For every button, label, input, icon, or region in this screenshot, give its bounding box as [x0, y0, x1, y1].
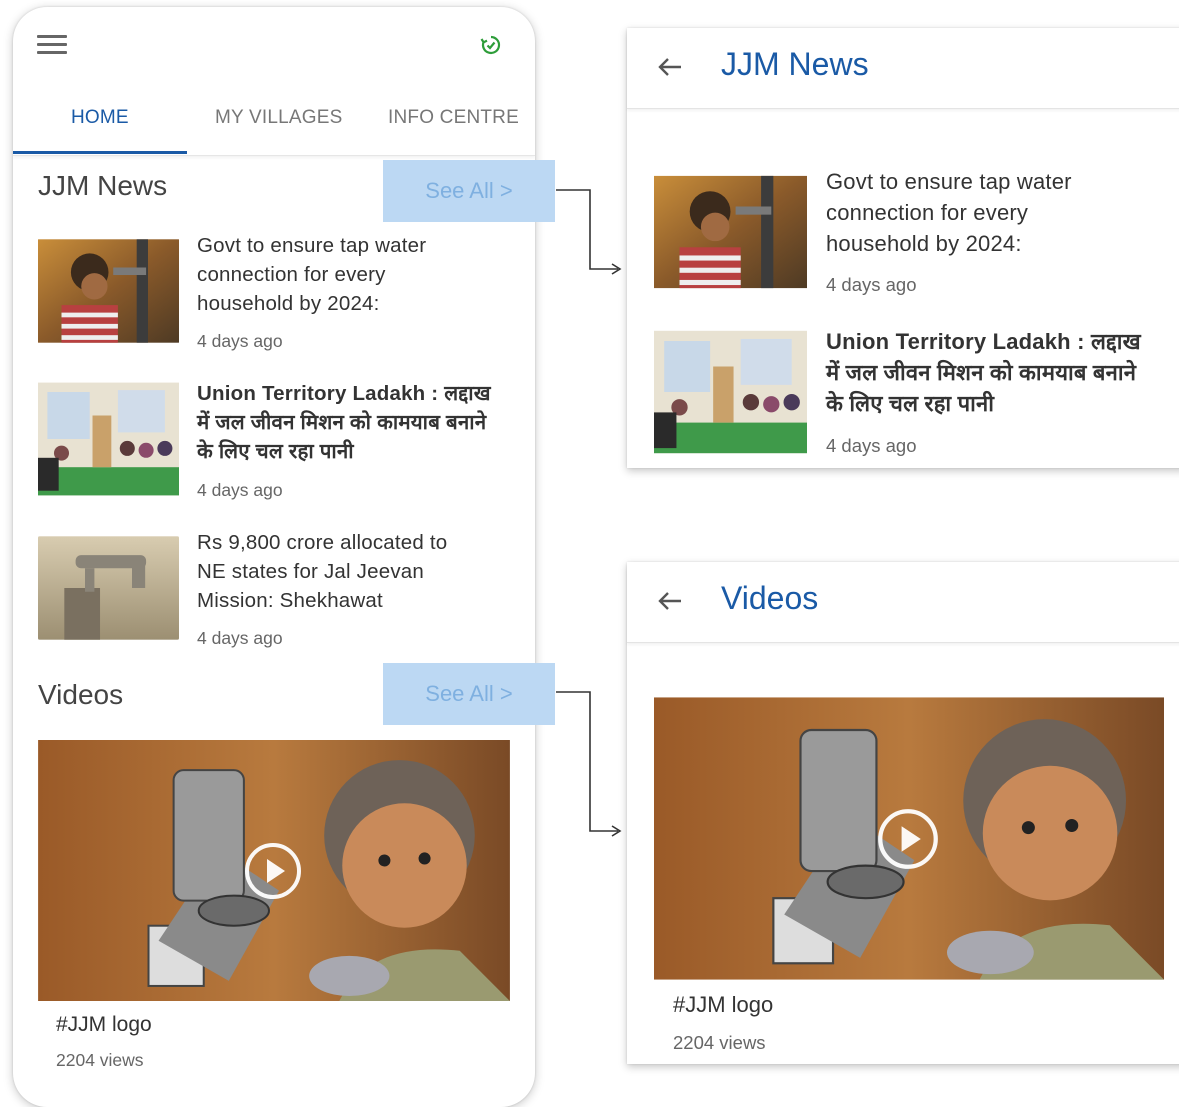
news-item-time: 4 days ago	[197, 480, 283, 500]
tab-bar: HOME MY VILLAGES INFO CENTRE	[13, 97, 535, 156]
back-arrow-icon[interactable]	[655, 586, 685, 616]
news-thumbnail[interactable]	[654, 328, 807, 456]
videos-page-header: Videos	[627, 562, 1179, 643]
news-item-title[interactable]: Rs 9,800 crore allocated to NE states fo…	[197, 528, 477, 615]
news-item-time: 4 days ago	[197, 331, 283, 351]
video-views: 2204 views	[56, 1050, 144, 1070]
news-item-title[interactable]: Govt to ensure tap water connection for …	[826, 166, 1126, 259]
news-item-title[interactable]: Union Territory Ladakh : लद्दाख में जल ज…	[826, 326, 1156, 419]
play-icon[interactable]	[243, 841, 303, 901]
news-page-panel: JJM News Govt to ensure tap water connec…	[627, 28, 1179, 468]
video-title[interactable]: #JJM logo	[56, 1013, 152, 1037]
videos-page-title: Videos	[721, 580, 819, 616]
tab-my-villages[interactable]: MY VILLAGES	[215, 107, 343, 129]
video-views: 2204 views	[673, 1032, 766, 1053]
video-title[interactable]: #JJM logo	[673, 992, 773, 1018]
news-item-time: 4 days ago	[826, 435, 917, 456]
back-arrow-icon[interactable]	[655, 52, 685, 82]
news-see-all-button[interactable]: See All >	[383, 160, 555, 222]
news-item-time: 4 days ago	[197, 628, 283, 648]
play-icon[interactable]	[876, 807, 940, 871]
news-item-time: 4 days ago	[826, 274, 917, 295]
news-page-title: JJM News	[721, 46, 869, 82]
video-thumbnail[interactable]	[654, 697, 1164, 980]
videos-page-panel: Videos #JJM logo 2204 views	[627, 562, 1179, 1064]
news-thumbnail[interactable]	[38, 238, 179, 344]
news-thumbnail[interactable]	[654, 174, 807, 290]
videos-see-all-button[interactable]: See All >	[383, 663, 555, 725]
news-section-title: JJM News	[38, 170, 168, 201]
news-item-title[interactable]: Govt to ensure tap water connection for …	[197, 231, 487, 318]
video-thumbnail[interactable]	[38, 740, 510, 1001]
news-thumbnail[interactable]	[38, 380, 179, 498]
news-thumbnail[interactable]	[38, 536, 179, 640]
menu-icon[interactable]	[37, 35, 67, 57]
news-page-header: JJM News	[627, 28, 1179, 109]
videos-section-title: Videos	[38, 679, 124, 710]
tab-info-centre[interactable]: INFO CENTRE	[388, 107, 519, 129]
active-tab-indicator	[13, 151, 187, 154]
sync-icon[interactable]	[479, 33, 503, 57]
tab-home[interactable]: HOME	[71, 107, 129, 129]
news-item-title[interactable]: Union Territory Ladakh : लद्दाख में जल ज…	[197, 379, 507, 466]
